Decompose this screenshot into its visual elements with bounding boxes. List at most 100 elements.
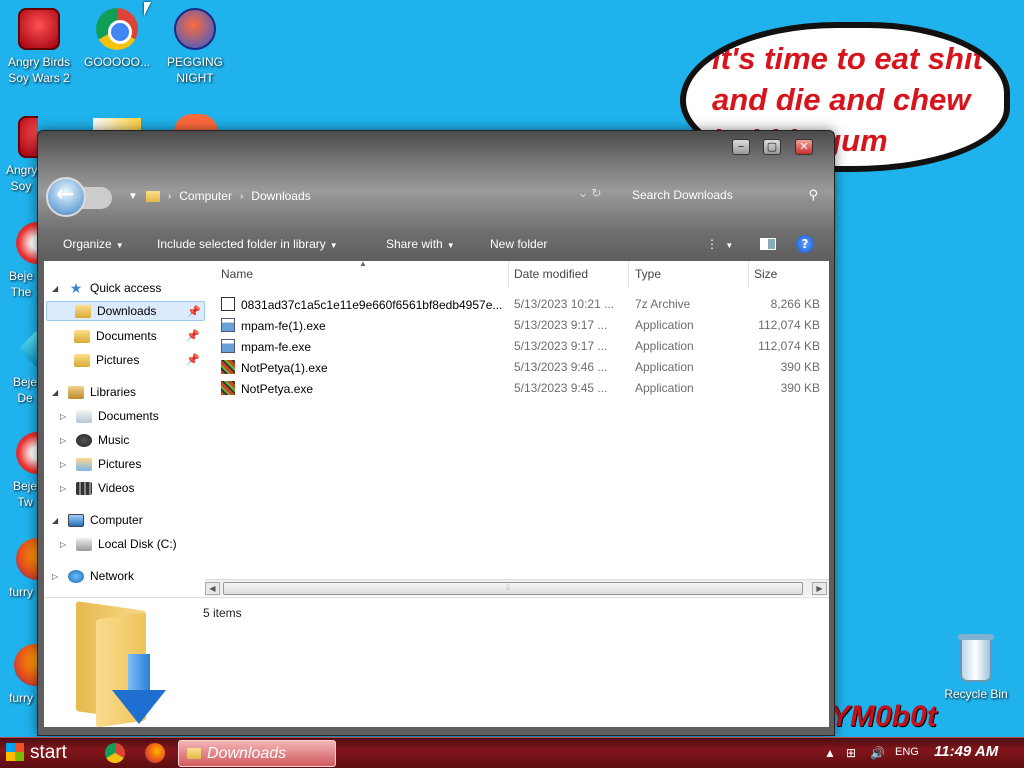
pin-icon: 📌 bbox=[187, 306, 201, 318]
back-button[interactable] bbox=[46, 177, 112, 217]
folder-icon bbox=[187, 748, 201, 759]
bejeweled-icon bbox=[16, 432, 38, 474]
column-header-name[interactable]: Name bbox=[221, 267, 253, 281]
windows-logo-icon bbox=[6, 743, 24, 761]
pin-icon: 📌 bbox=[186, 354, 200, 366]
language-indicator[interactable]: ENG bbox=[895, 746, 919, 758]
angry-birds-icon bbox=[18, 8, 60, 50]
breadcrumb-downloads[interactable]: Downloads bbox=[251, 189, 310, 203]
taskbar: start Downloads ▲ ⊞ 🔊 ENG 11:49 AM bbox=[0, 737, 1024, 768]
desktop-icon-label: GOOOOO... bbox=[83, 55, 150, 69]
file-row[interactable]: NotPetya.exe 5/13/2023 9:45 ... Applicat… bbox=[212, 378, 829, 399]
horizontal-scrollbar[interactable]: ◀ ▶ bbox=[205, 579, 829, 596]
desktop-icon-pegging[interactable]: PEGGING NIGHT bbox=[156, 8, 234, 86]
file-row[interactable]: 0831ad37c1a5c1e11e9e660f6561bf8edb4957e.… bbox=[212, 294, 829, 315]
nav-downloads[interactable]: Downloads 📌 bbox=[46, 301, 205, 321]
action-center-icon[interactable]: ⊞ bbox=[846, 746, 856, 760]
column-header-type[interactable]: Type bbox=[635, 267, 661, 281]
close-button[interactable]: ✕ bbox=[795, 139, 813, 155]
videos-icon bbox=[76, 481, 92, 495]
address-bar[interactable]: ▼ › Computer › Downloads bbox=[128, 185, 608, 207]
chrome-icon bbox=[96, 8, 138, 50]
minimize-button[interactable]: − bbox=[732, 139, 750, 155]
desktop-icon-label: PEGGING NIGHT bbox=[166, 55, 223, 85]
desktop-icon-label: Beje De bbox=[12, 375, 38, 405]
desktop-icon-bejeweled[interactable]: Beje The bbox=[0, 222, 38, 300]
app-icon bbox=[221, 339, 235, 353]
disk-icon bbox=[76, 537, 92, 551]
nav-network[interactable]: ▷ Network bbox=[52, 566, 134, 586]
file-row[interactable]: NotPetya(1).exe 5/13/2023 9:46 ... Appli… bbox=[212, 357, 829, 378]
desktop-icon-chrome[interactable]: GOOOOO... bbox=[78, 8, 156, 70]
desktop-icon-bejeweled-twist[interactable]: Beje Tw bbox=[0, 432, 38, 510]
search-icon: ⚲ bbox=[808, 187, 818, 202]
nav-quick-access[interactable]: ◢ ★ Quick access bbox=[52, 278, 161, 298]
desktop-icon-label: Angry Soy bbox=[6, 163, 38, 193]
downloads-folder-icon bbox=[75, 304, 91, 318]
recent-locations-dropdown[interactable]: ▼ bbox=[128, 191, 138, 202]
documents-folder-icon bbox=[74, 329, 90, 343]
nav-libraries[interactable]: ◢ Libraries bbox=[52, 382, 136, 402]
desktop-icon-label: furry bbox=[9, 585, 33, 599]
refresh-icon[interactable]: ⌄ ↻ bbox=[578, 186, 601, 200]
preview-pane-icon[interactable] bbox=[760, 238, 776, 250]
firefox-icon[interactable] bbox=[145, 743, 165, 763]
share-with-button[interactable]: Share with ▼ bbox=[386, 237, 455, 251]
petya-icon bbox=[221, 381, 235, 395]
file-row[interactable]: mpam-fe(1).exe 5/13/2023 9:17 ... Applic… bbox=[212, 315, 829, 336]
column-header-date[interactable]: Date modified bbox=[514, 267, 588, 281]
clock[interactable]: 11:49 AM bbox=[934, 743, 998, 760]
explorer-window: − ▢ ✕ ▼ › Computer › Downloads ⌄ ↻ Searc… bbox=[37, 130, 835, 736]
music-icon bbox=[76, 433, 92, 447]
organize-button[interactable]: Organize ▼ bbox=[63, 237, 124, 251]
maximize-button[interactable]: ▢ bbox=[763, 139, 781, 155]
desktop-icon-angry-birds[interactable]: Angry Birds Soy Wars 2 bbox=[0, 8, 78, 86]
help-icon[interactable]: ? bbox=[796, 235, 814, 253]
column-header-size[interactable]: Size bbox=[754, 267, 777, 281]
desktop-icon-recycle-bin[interactable]: Recycle Bin bbox=[938, 634, 1014, 701]
libraries-icon bbox=[68, 385, 84, 399]
scroll-thumb[interactable] bbox=[223, 582, 803, 595]
desktop-icon-angry-soy[interactable]: Angry Soy bbox=[0, 116, 38, 194]
documents-icon bbox=[76, 409, 92, 423]
nav-lib-pictures[interactable]: ▷ Pictures bbox=[60, 454, 141, 474]
more-options-icon[interactable]: ⋮ ▼ bbox=[706, 237, 733, 251]
navigation-pane: ◢ ★ Quick access Downloads 📌 Documents 📌 P… bbox=[44, 261, 207, 594]
downloads-folder-large-icon bbox=[72, 601, 170, 728]
file-row[interactable]: mpam-fe.exe 5/13/2023 9:17 ... Applicati… bbox=[212, 336, 829, 357]
volume-icon[interactable]: 🔊 bbox=[870, 746, 885, 760]
chrome-icon[interactable] bbox=[105, 743, 125, 763]
nav-lib-documents[interactable]: ▷ Documents bbox=[60, 406, 159, 426]
firefox-icon bbox=[16, 538, 38, 580]
desktop-icon-furry-2[interactable]: furry bbox=[0, 644, 38, 706]
search-input[interactable]: Search Downloads ⚲ bbox=[624, 181, 824, 209]
firefox-icon bbox=[14, 644, 38, 686]
pictures-icon bbox=[76, 457, 92, 471]
wallpaper-text: YM0b0t bbox=[830, 700, 937, 733]
details-pane: 5 items bbox=[44, 597, 829, 728]
new-folder-button[interactable]: New folder bbox=[490, 237, 547, 251]
scroll-right-icon[interactable]: ▶ bbox=[812, 582, 827, 595]
nav-local-disk[interactable]: ▷ Local Disk (C:) bbox=[60, 534, 177, 554]
pictures-folder-icon bbox=[74, 353, 90, 367]
nav-lib-music[interactable]: ▷ Music bbox=[60, 430, 129, 450]
petya-icon bbox=[221, 360, 235, 374]
nav-lib-videos[interactable]: ▷ Videos bbox=[60, 478, 134, 498]
show-hidden-icons[interactable]: ▲ bbox=[824, 746, 836, 760]
nav-computer[interactable]: ◢ Computer bbox=[52, 510, 143, 530]
include-in-library-button[interactable]: Include selected folder in library ▼ bbox=[157, 237, 338, 251]
mouse-cursor-icon bbox=[144, 2, 151, 16]
star-icon: ★ bbox=[69, 279, 83, 296]
nav-documents-quick[interactable]: Documents 📌 bbox=[74, 326, 205, 346]
desktop-icon-furry[interactable]: furry bbox=[0, 538, 38, 600]
start-button[interactable]: start bbox=[0, 738, 86, 768]
gem-icon bbox=[18, 328, 38, 370]
breadcrumb-computer[interactable]: Computer bbox=[179, 189, 232, 203]
nav-pictures-quick[interactable]: Pictures 📌 bbox=[74, 350, 205, 370]
command-bar: Organize ▼ Include selected folder in lib… bbox=[38, 231, 834, 257]
recycle-bin-icon bbox=[958, 634, 994, 682]
scroll-left-icon[interactable]: ◀ bbox=[205, 582, 220, 595]
desktop-icon-bejeweled-deluxe[interactable]: Beje De bbox=[0, 328, 38, 406]
pin-icon: 📌 bbox=[186, 330, 200, 342]
taskbar-item-downloads[interactable]: Downloads bbox=[178, 740, 336, 767]
